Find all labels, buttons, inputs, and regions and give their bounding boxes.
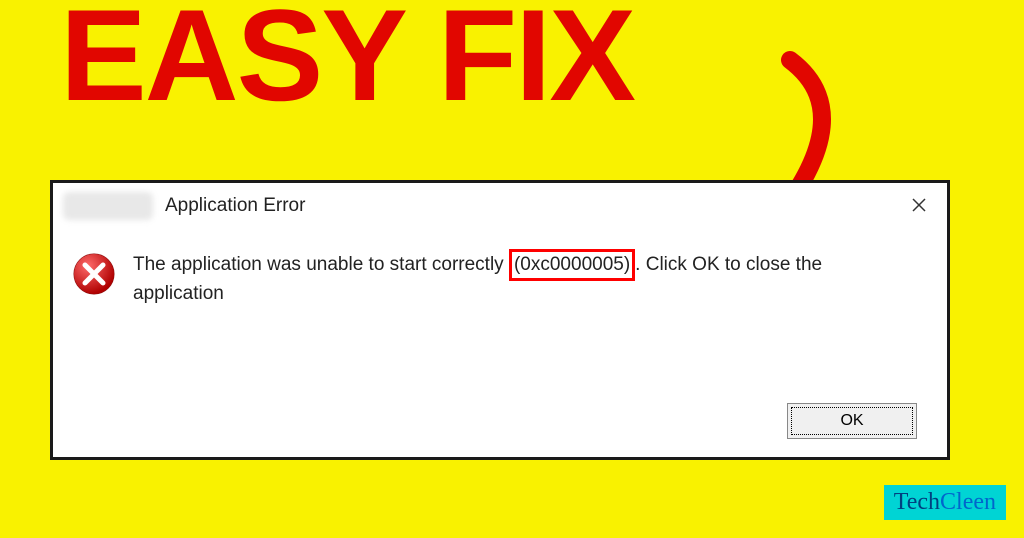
- watermark-part2: Cleen: [940, 489, 996, 515]
- watermark-part1: Tech: [894, 489, 940, 515]
- error-message: The application was unable to start corr…: [133, 249, 833, 306]
- dialog-content: The application was unable to start corr…: [53, 229, 947, 316]
- close-button[interactable]: [899, 187, 939, 223]
- dialog-button-row: OK: [787, 403, 917, 439]
- dialog-titlebar: Application Error: [53, 183, 947, 229]
- dialog-title: Application Error: [165, 195, 305, 217]
- error-icon: [73, 253, 115, 295]
- headline-text: EASY FIX: [60, 0, 634, 130]
- app-name-blurred: [63, 192, 153, 220]
- message-part1: The application was unable to start corr…: [133, 254, 509, 275]
- ok-button[interactable]: OK: [787, 403, 917, 439]
- error-dialog: Application Error: [50, 180, 950, 460]
- close-icon: [912, 198, 926, 212]
- watermark: TechCleen: [884, 485, 1006, 520]
- error-code-highlight: (0xc0000005): [509, 249, 635, 281]
